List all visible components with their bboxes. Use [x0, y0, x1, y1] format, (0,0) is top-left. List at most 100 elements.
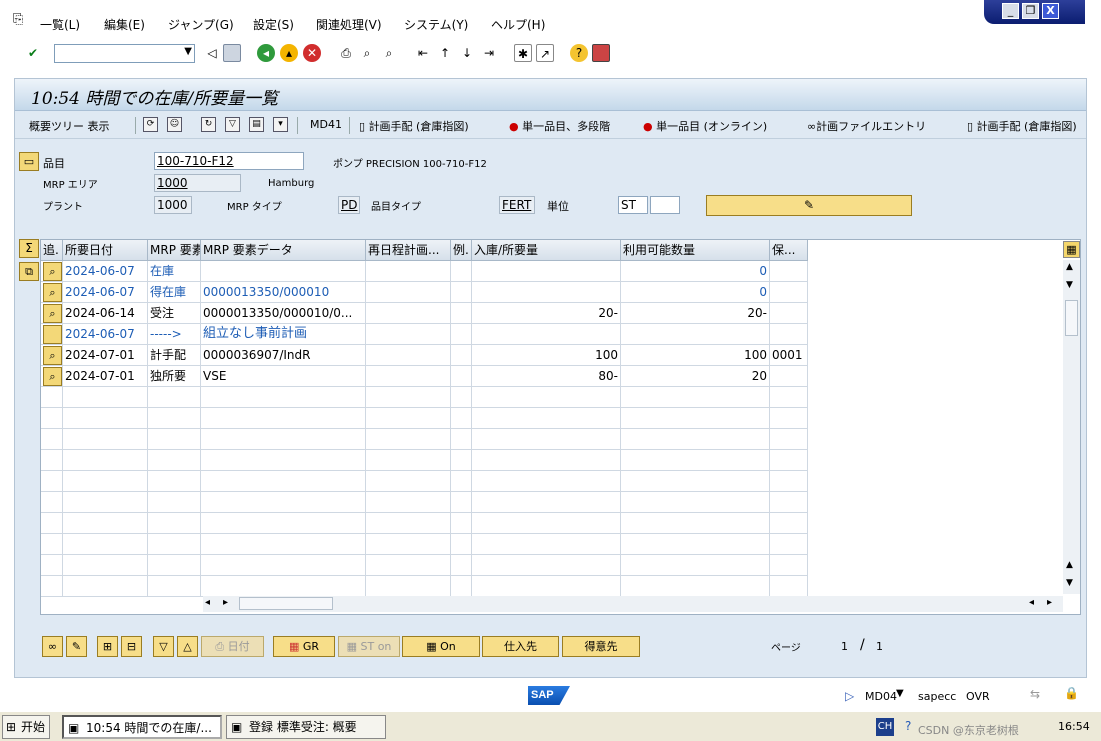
column-header-receipt-req[interactable]: 入庫/所要量 — [472, 240, 621, 261]
command-field[interactable]: ▼ — [54, 44, 195, 63]
variant-icon[interactable]: ⧉ — [19, 262, 39, 281]
planning-file-button[interactable]: ∞計画ファイルエントリ — [807, 118, 926, 134]
empty-row-button[interactable] — [43, 325, 62, 344]
st-on-button[interactable]: ▦ ST on — [338, 636, 400, 657]
menu-goto[interactable]: ジャンプ(G) — [168, 16, 234, 33]
scroll-left-icon[interactable]: ◂ — [205, 597, 210, 608]
select-icon[interactable]: ▾ — [273, 117, 288, 132]
md41-button[interactable]: MD41 — [310, 118, 342, 131]
expand-icon: ⊞ — [102, 640, 113, 653]
save-icon[interactable] — [223, 44, 241, 62]
header-toggle-icon[interactable]: ▭ — [19, 152, 39, 171]
scroll-down-page-icon[interactable]: ▲ — [1066, 560, 1073, 570]
glasses-button[interactable]: ∞ — [42, 636, 63, 657]
column-header-storage[interactable]: 保... — [770, 240, 808, 261]
material-field[interactable]: 100-710-F12 — [154, 152, 304, 170]
menu-icon[interactable]: ⎘ — [13, 12, 23, 27]
on-button[interactable]: ▦ On — [402, 636, 480, 657]
menu-list[interactable]: 一覧(L) — [40, 16, 80, 33]
first-page-icon[interactable]: ⇤ — [414, 44, 432, 62]
refresh-icon[interactable]: ⟳ — [143, 117, 158, 132]
last-page-icon[interactable]: ⇥ — [480, 44, 498, 62]
scroll-right-icon[interactable]: ▸ — [223, 597, 228, 608]
shortcut-icon[interactable]: ↗ — [536, 44, 554, 62]
magnifier-icon[interactable]: ⌕ — [43, 346, 62, 365]
column-header-mrp-element[interactable]: MRP 要素 — [148, 240, 201, 261]
lang-indicator[interactable]: CH — [876, 718, 894, 736]
restore-button[interactable]: ❐ — [1022, 3, 1039, 19]
filter-icon[interactable]: ▽ — [225, 117, 240, 132]
scroll-up-icon[interactable]: ▲ — [1066, 262, 1073, 272]
detail-icon[interactable]: ▤ — [249, 117, 264, 132]
find-next-icon[interactable]: ⌕ — [380, 44, 398, 62]
sort-up-button[interactable]: △ — [177, 636, 198, 657]
single-item-multilevel-button[interactable]: ● 単一品目、多段階 — [509, 118, 610, 134]
column-header-add[interactable]: 追. — [41, 240, 63, 261]
previous-page-icon[interactable]: ↑ — [436, 44, 454, 62]
expand-all-button[interactable]: ⊞ — [97, 636, 118, 657]
enter-icon[interactable]: ✔ — [24, 44, 42, 62]
table-cell-qty — [472, 576, 621, 597]
menu-environment[interactable]: 関連処理(V) — [316, 16, 382, 33]
next-page-icon[interactable]: ↓ — [458, 44, 476, 62]
column-header-available[interactable]: 利用可能数量 — [621, 240, 770, 261]
user-icon[interactable]: ☺ — [167, 117, 182, 132]
date-button[interactable]: ⎙ 日付 — [201, 636, 264, 657]
help-icon[interactable]: ? — [570, 44, 588, 62]
reload-icon[interactable]: ↻ — [201, 117, 216, 132]
task-sales-order[interactable]: ▣ 登録 標準受注: 概要 — [226, 715, 386, 739]
edit-button[interactable]: ✎ — [706, 195, 912, 216]
help-tray-icon[interactable]: ? — [905, 719, 911, 733]
scroll-thumb[interactable] — [1065, 300, 1078, 336]
hscroll-thumb[interactable] — [239, 597, 333, 610]
chevron-down-icon[interactable]: ▼ — [896, 688, 904, 699]
chevron-down-icon[interactable]: ▼ — [184, 46, 192, 57]
gr-button[interactable]: ▦ GR — [273, 636, 335, 657]
column-header-reschedule[interactable]: 再日程計画... — [366, 240, 451, 261]
vertical-scrollbar[interactable]: ▲ ▼ ▲ ▼ — [1063, 260, 1080, 594]
column-header-exception[interactable]: 例. — [451, 240, 472, 261]
task-mrp-list[interactable]: ▣ 10:54 時間での在庫/... — [62, 715, 222, 739]
cancel-icon[interactable]: ✕ — [303, 44, 321, 62]
magnifier-icon[interactable]: ⌕ — [43, 283, 62, 302]
menu-system[interactable]: システム(Y) — [404, 16, 468, 33]
column-header-date[interactable]: 所要日付 — [63, 240, 148, 261]
sort-down-button[interactable]: ▽ — [153, 636, 174, 657]
left-arrow-icon[interactable]: ◁ — [203, 44, 221, 62]
table-cell-resched — [366, 450, 451, 471]
menu-settings[interactable]: 設定(S) — [253, 16, 294, 33]
layout-menu-icon[interactable] — [592, 44, 610, 62]
exit-icon[interactable]: ▴ — [280, 44, 298, 62]
scroll-right-end-icon[interactable]: ▸ — [1047, 597, 1052, 608]
sum-icon[interactable]: Σ — [19, 239, 39, 258]
scroll-down-icon[interactable]: ▼ — [1066, 578, 1073, 588]
status-expand-icon[interactable]: ▷ — [845, 689, 854, 703]
menu-help[interactable]: ヘルプ(H) — [491, 16, 545, 33]
pencil-button[interactable]: ✎ — [66, 636, 87, 657]
single-item-online-button[interactable]: ● 単一品目 (オンライン) — [643, 118, 767, 134]
scroll-left-end-icon[interactable]: ◂ — [1029, 597, 1034, 608]
task-mrp-label: 10:54 時間での在庫/... — [86, 721, 212, 735]
print-icon[interactable]: ⎙ — [337, 44, 355, 62]
layout-config-icon[interactable]: ▦ — [1063, 241, 1080, 258]
close-button[interactable]: X — [1042, 3, 1059, 19]
start-button[interactable]: ⊞ 开始 — [2, 715, 50, 739]
minimize-button[interactable]: _ — [1002, 3, 1019, 19]
scroll-up-page-icon[interactable]: ▼ — [1066, 280, 1073, 290]
horizontal-scrollbar[interactable]: ◂ ▸ ◂ ▸ — [203, 596, 1063, 612]
column-header-mrp-data[interactable]: MRP 要素データ — [201, 240, 366, 261]
menu-edit[interactable]: 編集(E) — [104, 16, 145, 33]
new-session-icon[interactable]: ✱ — [514, 44, 532, 62]
planned-order-button[interactable]: ▯ 計画手配 (倉庫指図) — [359, 118, 469, 134]
magnifier-icon[interactable]: ⌕ — [43, 262, 62, 281]
vendor-button[interactable]: 仕入先 — [482, 636, 559, 657]
planned-order-2-button[interactable]: ▯ 計画手配 (倉庫指図) — [967, 118, 1077, 134]
magnifier-icon[interactable]: ⌕ — [43, 304, 62, 323]
page-label: ページ — [771, 643, 801, 654]
back-icon[interactable]: ◂ — [257, 44, 275, 62]
magnifier-icon[interactable]: ⌕ — [43, 367, 62, 386]
overview-tree-button[interactable]: 概要ツリー 表示 — [29, 118, 110, 134]
collapse-all-button[interactable]: ⊟ — [121, 636, 142, 657]
customer-button[interactable]: 得意先 — [562, 636, 640, 657]
find-icon[interactable]: ⌕ — [358, 44, 376, 62]
